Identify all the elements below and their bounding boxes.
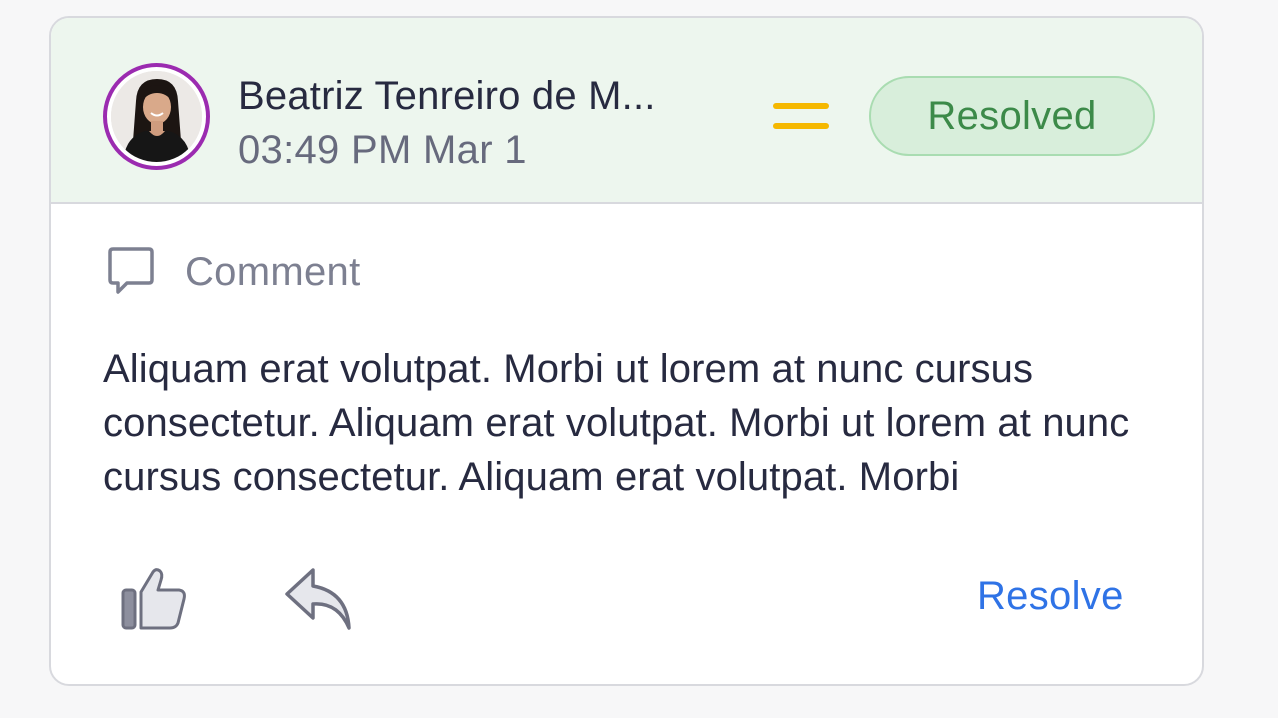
comment-type-label: Comment bbox=[185, 250, 361, 294]
comment-icon bbox=[108, 247, 154, 294]
comment-timestamp: 03:49 PM Mar 1 bbox=[238, 128, 527, 172]
author-name: Beatriz Tenreiro de M... bbox=[238, 74, 656, 118]
avatar[interactable] bbox=[103, 63, 210, 170]
comment-card: Beatriz Tenreiro de M... 03:49 PM Mar 1 … bbox=[49, 16, 1204, 686]
comment-header: Beatriz Tenreiro de M... 03:49 PM Mar 1 … bbox=[51, 18, 1202, 204]
like-button[interactable] bbox=[119, 564, 189, 634]
reply-button[interactable] bbox=[283, 566, 355, 632]
resolve-button[interactable]: Resolve bbox=[977, 574, 1124, 619]
thumbs-up-icon bbox=[121, 568, 186, 630]
avatar-image bbox=[111, 71, 202, 162]
avatar-portrait bbox=[111, 71, 202, 162]
comment-body: Aliquam erat volutpat. Morbi ut lorem at… bbox=[103, 347, 1130, 499]
equals-priority-icon bbox=[773, 103, 829, 129]
reply-icon bbox=[285, 568, 351, 630]
status-badge: Resolved bbox=[869, 76, 1155, 156]
